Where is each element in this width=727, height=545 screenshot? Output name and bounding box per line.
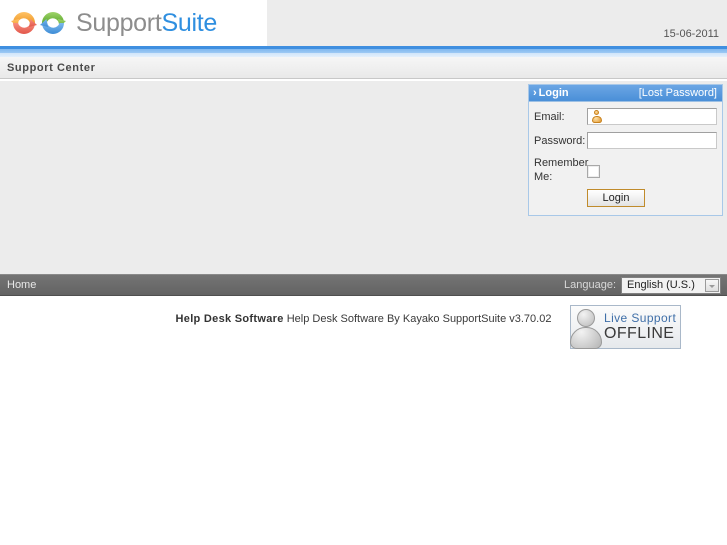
login-title-text: Login [538,87,569,99]
password-label: Password: [534,135,586,147]
user-icon [590,110,603,123]
home-link[interactable]: Home [7,279,36,291]
login-panel-title: › Login [533,87,569,99]
language-select[interactable]: English (U.S.) [621,276,721,294]
page-blank-area [0,325,727,515]
live-support-status: OFFLINE [604,325,675,342]
person-silhouette-icon [566,306,604,349]
header-date: 15-06-2011 [663,28,719,40]
recycle-arrows-logo-icon [8,8,70,38]
lost-password-link[interactable]: [Lost Password] [639,87,717,99]
login-button-row: Login [534,189,717,207]
login-panel: › Login [Lost Password] Email: Password: … [528,84,723,216]
remember-me-label: Remember Me: [534,157,589,183]
live-support-widget[interactable]: Live Support OFFLINE [570,305,681,349]
remember-me-checkbox[interactable] [587,165,600,178]
password-row: Password: [534,132,717,149]
credit-normal-text: Help Desk Software By Kayako SupportSuit… [286,313,552,325]
footer-nav-bar: Home Language: English (U.S.) [0,274,727,296]
live-support-text: Live Support OFFLINE [604,312,676,342]
page-header: SupportSuite 15-06-2011 [0,0,727,46]
support-center-title-bar: Support Center [0,57,727,79]
login-submit-button[interactable]: Login [587,189,645,207]
chevron-down-icon[interactable] [705,278,719,292]
logo-panel[interactable]: SupportSuite [0,0,267,46]
login-panel-header: › Login [Lost Password] [529,85,722,102]
page-title: Support Center [7,61,96,74]
content-left-empty [0,81,520,274]
login-panel-body: Email: Password: Remember Me: Login [529,102,722,215]
language-selector-group: Language: English (U.S.) [564,276,721,294]
email-row: Email: [534,108,717,125]
email-input[interactable] [587,108,717,125]
remember-me-row: Remember Me: [534,156,717,184]
main-content-area: › Login [Lost Password] Email: Password: … [0,79,727,349]
language-label: Language: [564,279,616,291]
logo-word-support: Support [76,8,162,37]
accent-blue-bar [0,46,727,57]
credit-bold-text: Help Desk Software [175,313,284,325]
logo-word-suite: Suite [161,8,217,37]
logo-wordmark: SupportSuite [76,9,217,38]
password-input[interactable] [587,132,717,149]
language-select-value: English (U.S.) [627,279,695,291]
email-label: Email: [534,111,565,123]
chevron-right-icon: › [533,87,537,99]
live-support-label: Live Support [604,311,677,325]
